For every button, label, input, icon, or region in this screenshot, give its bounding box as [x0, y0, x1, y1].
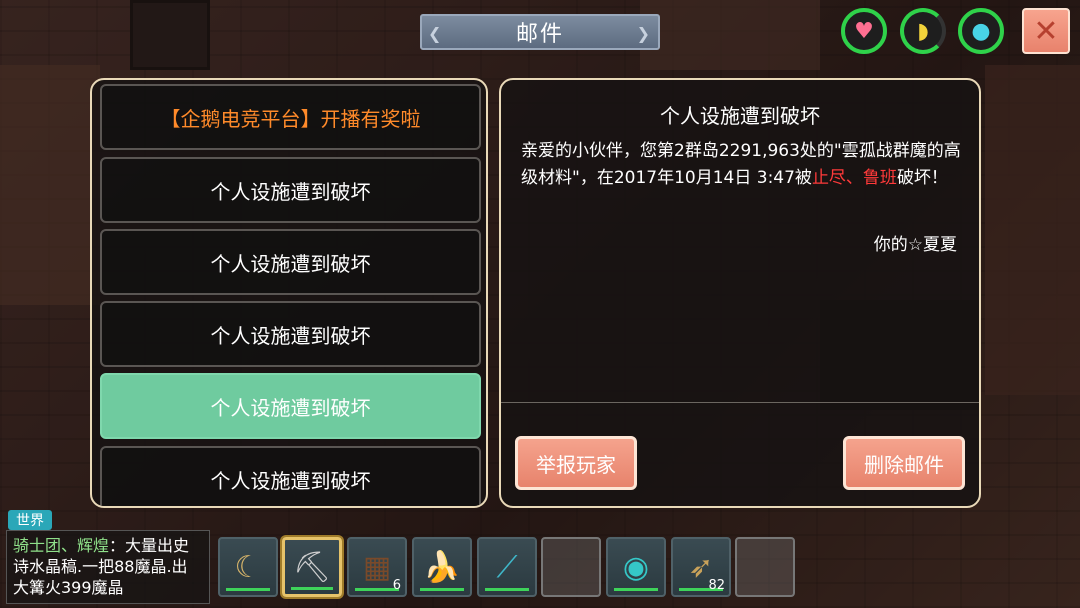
hotbar-slot[interactable]: ☾ — [218, 537, 278, 597]
ornament-right-icon: ❯ — [636, 24, 652, 43]
water-drop-icon: ● — [958, 8, 1004, 54]
durability-bar — [226, 588, 270, 591]
hotbar-slot[interactable]: 🍌 — [412, 537, 472, 597]
orb-icon: ◉ — [622, 549, 650, 585]
page-title-bar: ❮ 邮件 ❯ — [420, 14, 660, 50]
mail-item-label: 个人设施遭到破坏 — [210, 395, 371, 420]
chat-box[interactable]: 骑士团、辉煌：大量出史诗水晶稿.一把88魔晶.出大篝火399魔晶 — [6, 530, 210, 604]
mail-item-label: 个人设施遭到破坏 — [210, 179, 371, 204]
page-title: 邮件 — [515, 22, 564, 47]
delete-mail-button[interactable]: 删除邮件 — [843, 436, 965, 490]
mail-item[interactable]: 个人设施遭到破坏 — [100, 229, 481, 295]
mail-item-label: 【企鹅电竞平台】开播有奖啦 — [160, 106, 421, 131]
mail-detail-title: 个人设施遭到破坏 — [660, 104, 820, 128]
chat-sender: 骑士团、辉煌 — [13, 536, 110, 555]
mail-body-attacker: 止尽、鲁班 — [811, 168, 897, 188]
durability-bar — [614, 588, 658, 591]
report-player-button[interactable]: 举报玩家 — [515, 436, 637, 490]
mail-item[interactable]: 个人设施遭到破坏 — [100, 157, 481, 223]
hotbar-slot[interactable]: ➶ 82 — [671, 537, 731, 597]
banana-icon: ◗ — [900, 8, 946, 54]
mail-item-selected[interactable]: 个人设施遭到破坏 — [100, 373, 481, 439]
durability-bar — [420, 588, 464, 591]
mail-body-text-end: 破坏！ — [896, 168, 948, 188]
hotbar-slot[interactable] — [735, 537, 795, 597]
item-count: 6 — [392, 578, 401, 593]
pickaxe-icon: ⛏ — [292, 549, 332, 585]
hotbar-slot[interactable]: ⟋ — [477, 537, 537, 597]
mail-detail-panel: 个人设施遭到破坏 亲爱的小伙伴，您第2群岛2291,963处的"雲孤战群魔的高级… — [499, 78, 981, 508]
close-button[interactable]: ✕ — [1022, 8, 1070, 54]
mail-item[interactable]: 个人设施遭到破坏 — [100, 301, 481, 367]
durability-bar — [485, 588, 529, 591]
item-count: 82 — [708, 578, 725, 593]
mail-item-label: 个人设施遭到破坏 — [210, 468, 371, 493]
mail-item-label: 个人设施遭到破坏 — [210, 251, 371, 276]
ornament-left-icon: ❮ — [428, 24, 444, 43]
durability-bar — [291, 587, 333, 590]
banana-icon: 🍌 — [423, 549, 461, 585]
mail-item[interactable]: 【企鹅电竞平台】开播有奖啦 — [100, 84, 481, 150]
mail-list-panel: 【企鹅电竞平台】开播有奖啦 个人设施遭到破坏 个人设施遭到破坏 个人设施遭到破坏… — [90, 78, 488, 508]
mail-detail-body: 亲爱的小伙伴，您第2群岛2291,963处的"雲孤战群魔的高级材料"，在2017… — [521, 138, 961, 192]
scythe-icon: ☾ — [234, 549, 262, 585]
mail-item-label: 个人设施遭到破坏 — [210, 323, 371, 348]
mail-item[interactable]: 个人设施遭到破坏 — [100, 446, 481, 506]
mail-signature: 你的☆夏夏 — [873, 235, 957, 255]
heart-icon: ♥ — [841, 8, 887, 54]
hotbar-slot[interactable]: ⛏ — [282, 537, 342, 597]
world-channel-tag[interactable]: 世界 — [8, 510, 52, 530]
close-icon: ✕ — [1033, 13, 1059, 49]
divider — [501, 402, 979, 403]
dirt-block-icon: ▦ — [362, 549, 392, 585]
hotbar-slot[interactable]: ◉ — [606, 537, 666, 597]
hotbar-slot[interactable] — [541, 537, 601, 597]
spear-icon: ⟋ — [496, 549, 518, 585]
hotbar-slot[interactable]: ▦ 6 — [347, 537, 407, 597]
